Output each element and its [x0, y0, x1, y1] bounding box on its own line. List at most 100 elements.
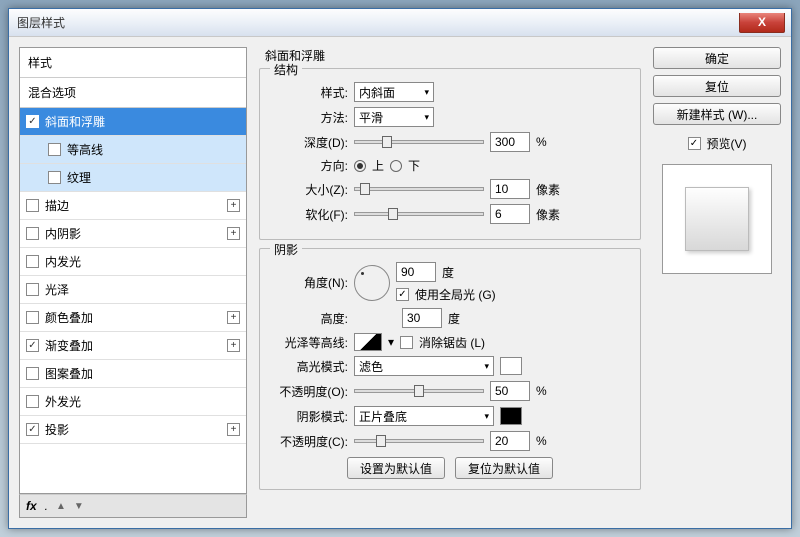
style-checkbox[interactable]: ✓ [26, 339, 39, 352]
style-label: 样式: [270, 84, 348, 101]
chevron-down-icon: ▾ [424, 87, 429, 98]
style-item-6[interactable]: 光泽 [20, 276, 246, 304]
style-item-2[interactable]: 纹理 [20, 164, 246, 192]
style-checkbox[interactable] [26, 283, 39, 296]
angle-input[interactable] [396, 262, 436, 282]
style-checkbox[interactable] [26, 367, 39, 380]
style-checkbox[interactable] [26, 255, 39, 268]
depth-input[interactable] [490, 132, 530, 152]
add-effect-icon[interactable]: + [227, 311, 240, 324]
hl-opacity-label: 不透明度(O): [270, 383, 348, 400]
antialias-checkbox[interactable] [400, 336, 413, 349]
add-effect-icon[interactable]: + [227, 339, 240, 352]
direction-label: 方向: [270, 157, 348, 174]
angle-label: 角度(N): [270, 274, 348, 291]
style-item-label: 光泽 [45, 281, 69, 298]
style-item-11[interactable]: ✓ 投影 + [20, 416, 246, 444]
style-checkbox[interactable]: ✓ [26, 423, 39, 436]
shadow-group: 阴影 角度(N): 度 ✓ 使用全局光 (G) [259, 248, 641, 490]
style-item-10[interactable]: 外发光 [20, 388, 246, 416]
depth-slider[interactable] [354, 140, 484, 144]
chevron-down-icon: ▾ [484, 361, 489, 372]
highlight-color[interactable] [500, 357, 522, 375]
depth-label: 深度(D): [270, 134, 348, 151]
angle-ring[interactable] [354, 265, 390, 301]
styles-header[interactable]: 样式 [20, 48, 246, 78]
ok-button[interactable]: 确定 [653, 47, 781, 69]
preview-label: 预览(V) [707, 135, 747, 152]
style-checkbox[interactable] [48, 143, 61, 156]
dialog-body: 样式 混合选项 ✓斜面和浮雕等高线纹理描边+内阴影+内发光光泽颜色叠加+✓渐变叠… [9, 37, 791, 528]
shadow-mode-select[interactable]: 正片叠底▾ [354, 406, 494, 426]
reset-default-button[interactable]: 复位为默认值 [455, 457, 553, 479]
style-item-label: 颜色叠加 [45, 309, 93, 326]
style-item-label: 等高线 [67, 141, 103, 158]
direction-down-radio[interactable] [390, 160, 402, 172]
left-column: 样式 混合选项 ✓斜面和浮雕等高线纹理描边+内阴影+内发光光泽颜色叠加+✓渐变叠… [19, 47, 247, 518]
shadow-color[interactable] [500, 407, 522, 425]
style-item-label: 投影 [45, 421, 69, 438]
section-title: 斜面和浮雕 [265, 47, 641, 64]
sh-opacity-input[interactable] [490, 431, 530, 451]
gloss-contour-picker[interactable] [354, 333, 382, 351]
style-item-1[interactable]: 等高线 [20, 136, 246, 164]
size-slider[interactable] [354, 187, 484, 191]
set-default-button[interactable]: 设置为默认值 [347, 457, 445, 479]
style-item-8[interactable]: ✓渐变叠加+ [20, 332, 246, 360]
layer-style-dialog: 图层样式 X 样式 混合选项 ✓ 斜面和浮雕等高线纹理描边 + 内阴影 + 内发光光泽颜色… [8, 8, 792, 529]
soften-input[interactable] [490, 204, 530, 224]
style-list-footer: fx. ▲ ▼ [19, 494, 247, 518]
style-item-9[interactable]: 图案叠加 [20, 360, 246, 388]
center-column: 斜面和浮雕 结构 样式: 内斜面▾ 方法: 平滑▾ 深度(D): % [255, 47, 645, 518]
style-item-4[interactable]: 内阴影 + [20, 220, 246, 248]
global-light-checkbox[interactable]: ✓ [396, 288, 409, 301]
add-effect-icon[interactable]: + [227, 199, 240, 212]
add-effect-icon[interactable]: + [227, 423, 240, 436]
style-item-5[interactable]: 内发光 [20, 248, 246, 276]
style-checkbox[interactable] [26, 311, 39, 324]
highlight-mode-select[interactable]: 滤色▾ [354, 356, 494, 376]
chevron-down-icon[interactable]: ▾ [388, 335, 394, 349]
method-label: 方法: [270, 109, 348, 126]
move-down-icon[interactable]: ▼ [74, 501, 84, 512]
hl-opacity-input[interactable] [490, 381, 530, 401]
move-up-icon[interactable]: ▲ [56, 501, 66, 512]
method-select[interactable]: 平滑▾ [354, 107, 434, 127]
preview-swatch [685, 187, 749, 251]
titlebar[interactable]: 图层样式 X [9, 9, 791, 37]
style-item-label: 描边 [45, 197, 69, 214]
style-checkbox[interactable]: ✓ [26, 115, 39, 128]
chevron-down-icon: ▾ [424, 112, 429, 123]
style-item-label: 外发光 [45, 393, 81, 410]
blend-options-header[interactable]: 混合选项 [20, 78, 246, 108]
direction-up-radio[interactable] [354, 160, 366, 172]
style-item-label: 斜面和浮雕 [45, 113, 105, 130]
style-item-3[interactable]: 描边 + [20, 192, 246, 220]
add-effect-icon[interactable]: + [227, 227, 240, 240]
style-item-label: 内阴影 [45, 225, 81, 242]
new-style-button[interactable]: 新建样式 (W)... [653, 103, 781, 125]
soften-slider[interactable] [354, 212, 484, 216]
depth-unit: % [536, 135, 547, 149]
style-checkbox[interactable] [26, 227, 39, 240]
global-light-label: 使用全局光 (G) [415, 286, 496, 303]
style-checkbox[interactable] [48, 171, 61, 184]
style-checkbox[interactable] [26, 395, 39, 408]
close-button[interactable]: X [739, 13, 785, 33]
sh-opacity-slider[interactable] [354, 439, 484, 443]
style-item-0[interactable]: ✓ 斜面和浮雕 [20, 108, 246, 136]
fx-label[interactable]: fx [26, 499, 37, 513]
style-select[interactable]: 内斜面▾ [354, 82, 434, 102]
soften-unit: 像素 [536, 206, 560, 223]
hl-opacity-slider[interactable] [354, 389, 484, 393]
gloss-contour-label: 光泽等高线: [270, 334, 348, 351]
style-item-7[interactable]: 颜色叠加 + [20, 304, 246, 332]
preview-checkbox[interactable]: ✓ [688, 137, 701, 150]
titlebar-text: 图层样式 [17, 14, 739, 31]
altitude-input[interactable] [402, 308, 442, 328]
size-input[interactable] [490, 179, 530, 199]
structure-legend: 结构 [270, 61, 302, 78]
reset-button[interactable]: 复位 [653, 75, 781, 97]
structure-group: 结构 样式: 内斜面▾ 方法: 平滑▾ 深度(D): % 方向: 上 [259, 68, 641, 240]
style-checkbox[interactable] [26, 199, 39, 212]
